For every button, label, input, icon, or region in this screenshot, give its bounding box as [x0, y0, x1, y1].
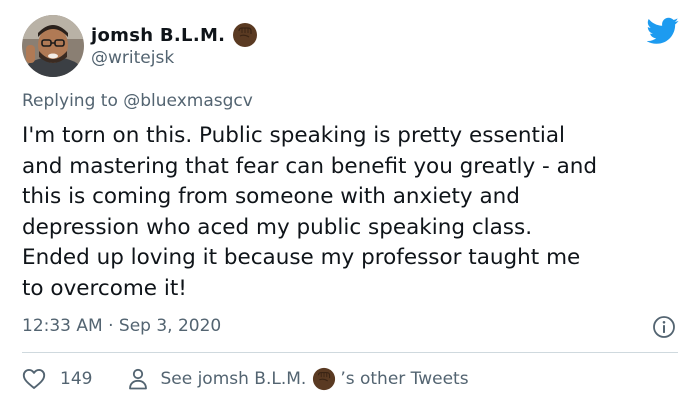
tweet-line: to overcome it!	[22, 275, 187, 301]
person-icon	[129, 368, 148, 390]
see-other-tweets-label[interactable]: See jomsh B.L.M. ’s other Tweets	[160, 367, 469, 391]
author-handle[interactable]: @writejsk	[91, 48, 174, 68]
like-button[interactable]: 149	[22, 368, 92, 390]
tweet-line: this is coming from someone with anxiety…	[22, 184, 520, 209]
avatar-image	[22, 15, 84, 77]
reply-context: Replying to @bluexmasgcv	[22, 91, 253, 111]
see-other-tweets-link[interactable]: See jomsh B.L.M. ’s other Tweets	[128, 367, 469, 391]
twitter-bird-icon[interactable]	[646, 17, 679, 45]
tweet-line: depression who aced my public speaking c…	[22, 214, 533, 240]
tweet-line: and mastering that fear can benefit you …	[22, 153, 598, 179]
like-count: 149	[60, 369, 93, 389]
divider	[22, 352, 678, 353]
reply-prefix: Replying to	[22, 91, 118, 111]
profile-link-prefix: See jomsh B.L.M.	[160, 369, 307, 389]
reply-handle-link[interactable]: @bluexmasgcv	[123, 91, 253, 111]
info-icon[interactable]	[652, 315, 676, 339]
author-name-row[interactable]: jomsh B.L.M.	[91, 22, 258, 48]
display-name[interactable]: jomsh B.L.M.	[91, 25, 225, 46]
profile-link-suffix: ’s other Tweets	[340, 369, 469, 389]
heart-icon	[22, 368, 46, 389]
tweet-actions: 149 See jomsh B.L.M. ’s other Tweets	[22, 364, 469, 394]
tweet-line: I'm torn on this. Public speaking is pre…	[22, 123, 566, 148]
tweet-text: I'm torn on this. Public speaking is pre…	[22, 121, 692, 304]
avatar[interactable]	[22, 15, 84, 77]
tweet-line: Ended up loving it because my professor …	[22, 245, 581, 270]
raised-fist-emoji-icon	[312, 367, 336, 391]
tweet-timestamp[interactable]: 12:33 AM · Sep 3, 2020	[22, 316, 221, 336]
raised-fist-emoji-icon	[232, 22, 258, 48]
